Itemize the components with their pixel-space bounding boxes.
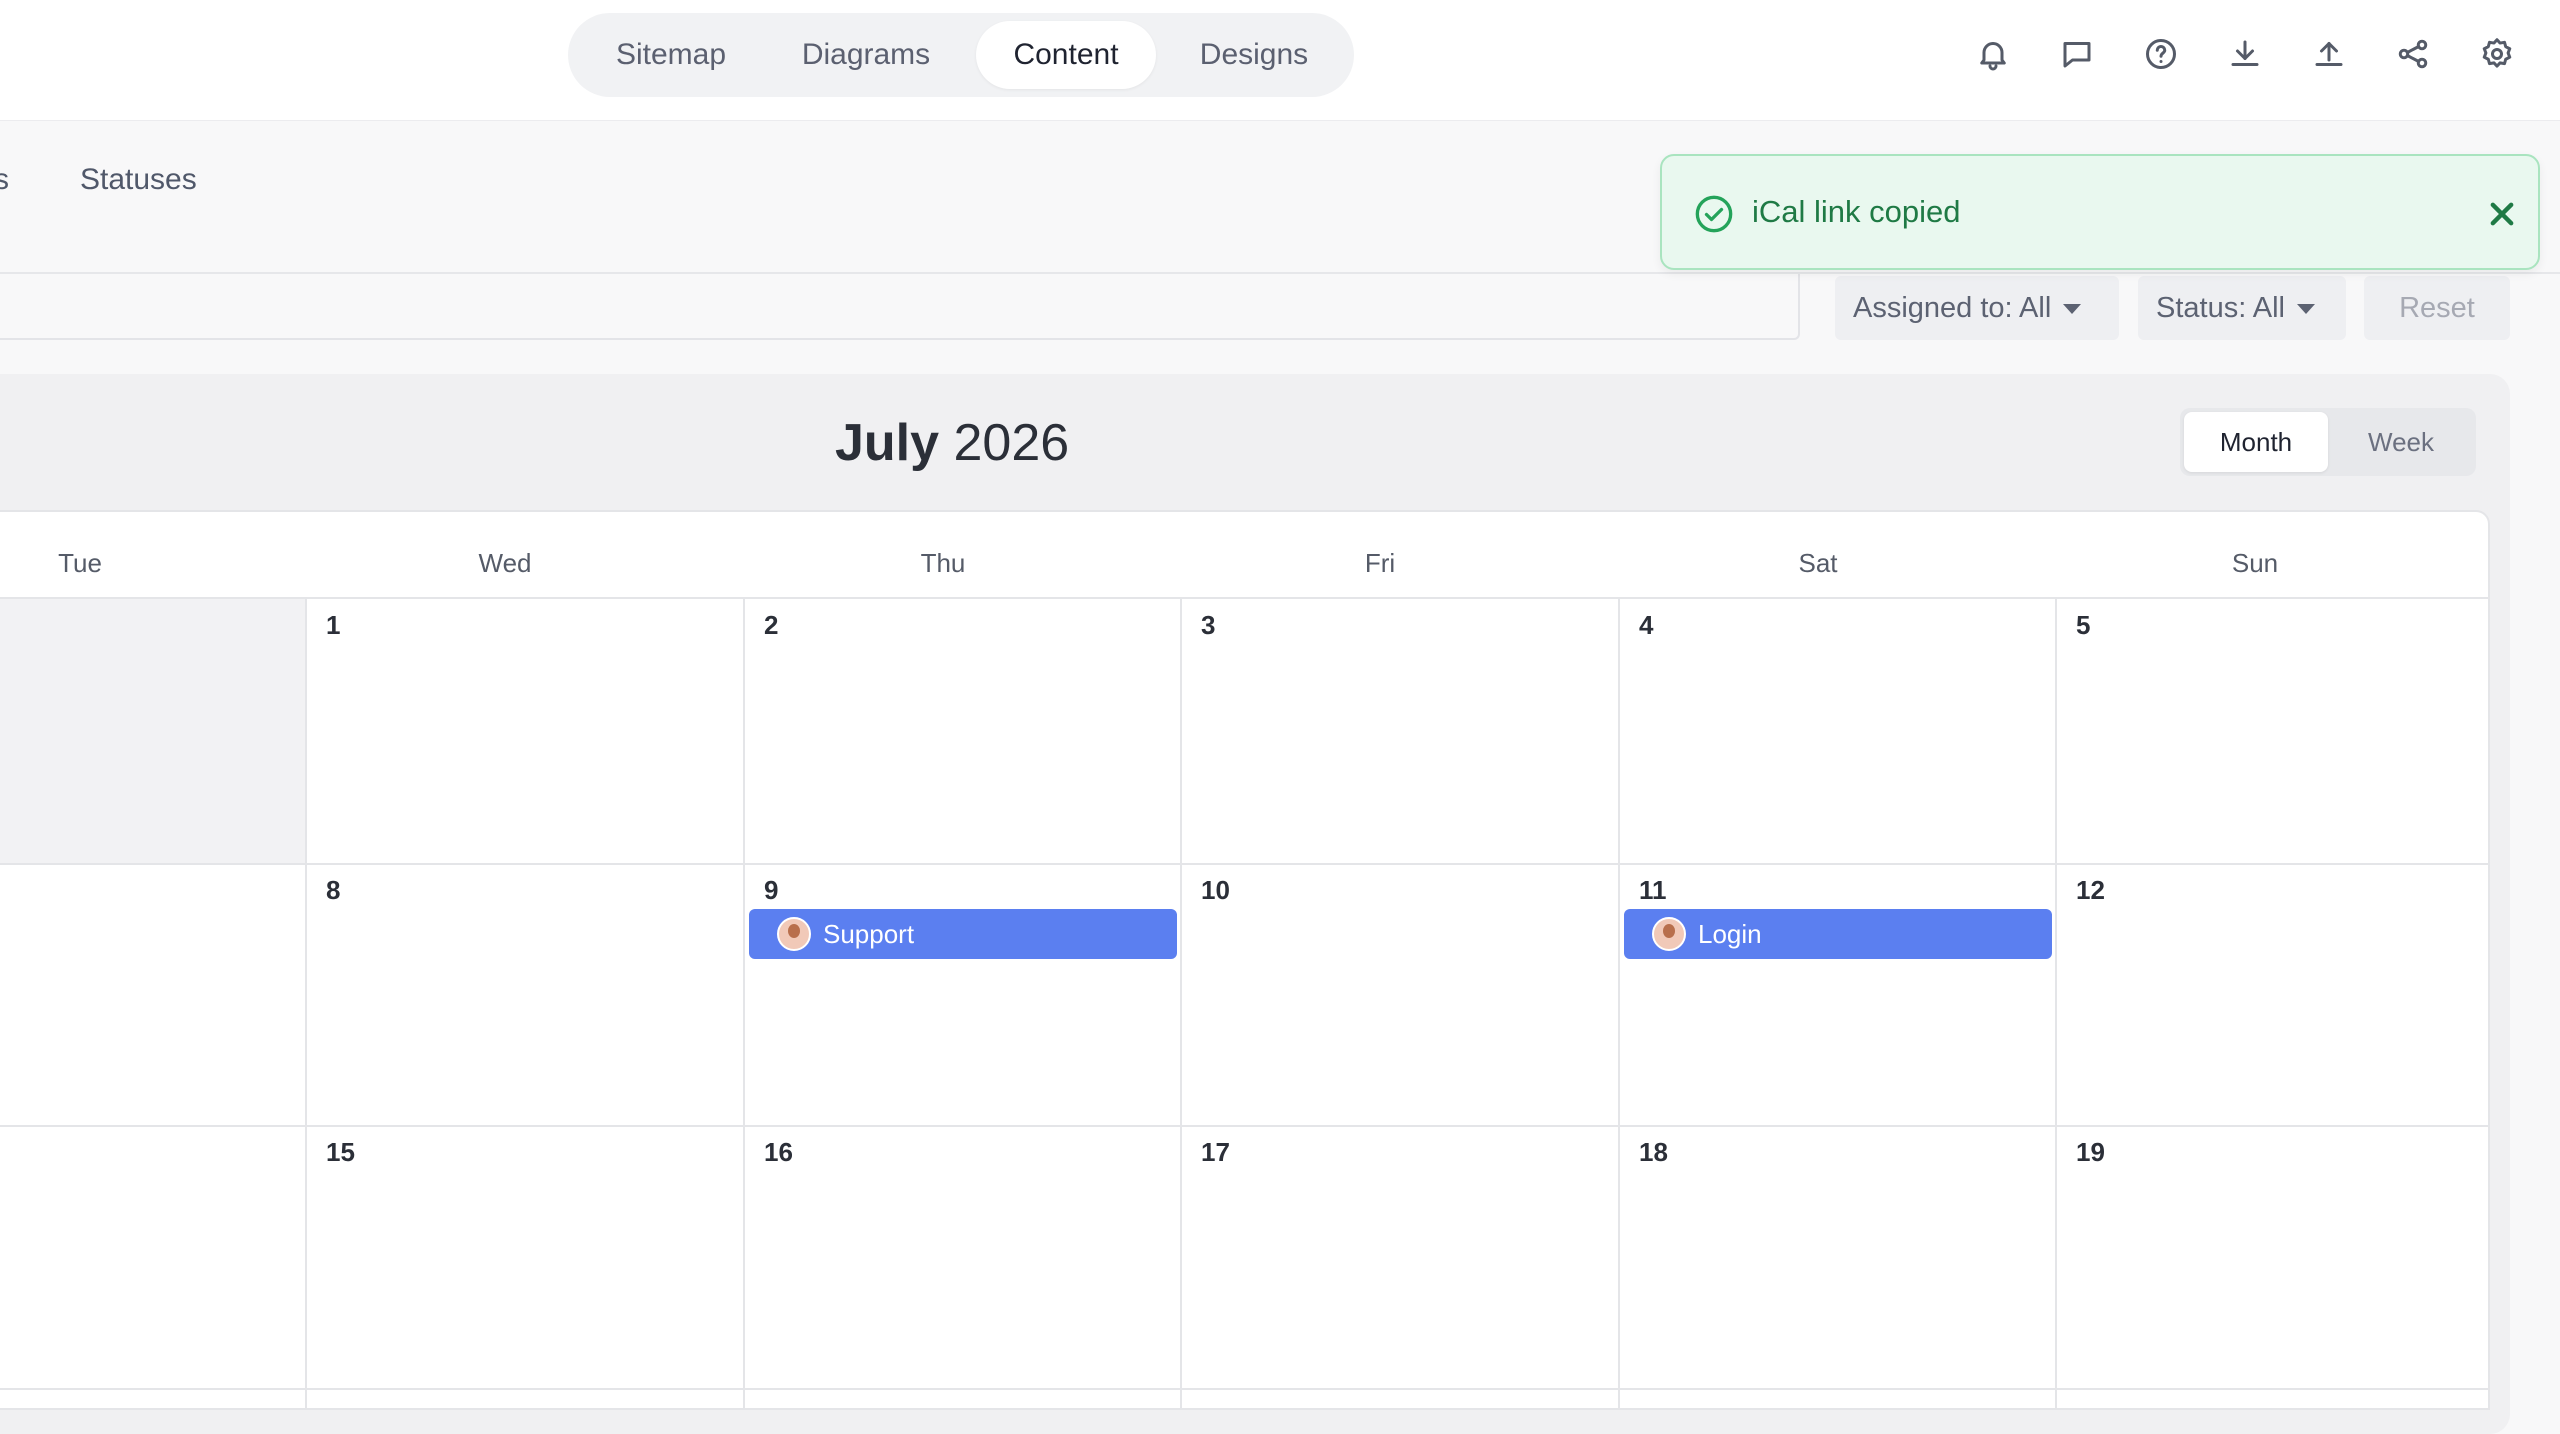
outside-month-cell: [0, 599, 305, 863]
toast-message: iCal link copied: [1752, 194, 1961, 229]
grid-line: [2055, 598, 2057, 1408]
settings-icon[interactable]: [2475, 32, 2519, 76]
assigned-filter[interactable]: Assigned to: All: [1835, 276, 2119, 340]
weekday-header: Sat: [1798, 548, 1838, 578]
day-number[interactable]: 9: [764, 875, 778, 906]
share-icon[interactable]: [2391, 32, 2435, 76]
top-bar: Sitemap Diagrams Content Designs: [0, 0, 2560, 121]
event-label: Login: [1698, 919, 1762, 949]
weekday-header: Sun: [2231, 548, 2279, 578]
day-number[interactable]: 19: [2076, 1137, 2105, 1168]
event-label: Support: [823, 919, 915, 949]
day-number[interactable]: 3: [1201, 610, 1215, 641]
search-input[interactable]: [0, 274, 1800, 340]
day-number[interactable]: 12: [2076, 875, 2105, 906]
tab-designs[interactable]: Designs: [1162, 21, 1346, 89]
day-number[interactable]: 17: [1201, 1137, 1230, 1168]
avatar: [777, 917, 811, 951]
status-filter-label: Status: All: [2156, 292, 2285, 324]
subtab-partial[interactable]: s: [0, 150, 9, 210]
grid-line: [0, 1125, 2488, 1127]
weekday-header: Tue: [58, 548, 102, 578]
weekday-header: Wed: [478, 548, 532, 578]
tab-sitemap[interactable]: Sitemap: [576, 21, 766, 89]
grid-line: [305, 598, 307, 1408]
day-number[interactable]: 5: [2076, 610, 2090, 641]
day-number[interactable]: 16: [764, 1137, 793, 1168]
weekday-header: Thu: [920, 548, 966, 578]
calendar-event[interactable]: Login: [1624, 909, 2052, 959]
day-number[interactable]: 4: [1639, 610, 1653, 641]
grid-line: [1180, 598, 1182, 1408]
grid-line: [0, 863, 2488, 865]
status-filter[interactable]: Status: All: [2138, 276, 2346, 340]
comment-icon[interactable]: [2055, 32, 2099, 76]
toast-notification: iCal link copied: [1660, 154, 2540, 270]
close-icon[interactable]: [2480, 192, 2524, 236]
bell-icon[interactable]: [1971, 32, 2015, 76]
avatar: [1652, 917, 1686, 951]
calendar-year: 2026: [953, 414, 1070, 472]
calendar-month: July: [835, 414, 940, 472]
chevron-down-icon: [2296, 304, 2315, 315]
day-number[interactable]: 11: [1639, 875, 1667, 906]
tab-diagrams[interactable]: Diagrams: [768, 21, 964, 89]
check-circle-icon: [1695, 195, 1733, 233]
reset-button[interactable]: Reset: [2364, 276, 2510, 340]
calendar-grid: Tue Wed Thu Fri Sat Sun 1 2 3 4 5 8 9 10…: [0, 510, 2490, 1410]
assigned-filter-label: Assigned to: All: [1853, 292, 2052, 324]
week-view-button[interactable]: Week: [2330, 412, 2472, 472]
day-number[interactable]: 15: [326, 1137, 355, 1168]
calendar-event[interactable]: Support: [749, 909, 1177, 959]
upload-icon[interactable]: [2307, 32, 2351, 76]
tab-content[interactable]: Content: [976, 21, 1156, 89]
download-icon[interactable]: [2223, 32, 2267, 76]
main-nav: Sitemap Diagrams Content Designs: [568, 13, 1354, 97]
grid-line: [0, 1388, 2488, 1390]
calendar-title: July 2026: [835, 408, 1069, 478]
chevron-down-icon: [2063, 304, 2082, 315]
day-number[interactable]: 8: [326, 875, 340, 906]
month-view-button[interactable]: Month: [2184, 412, 2328, 472]
day-number[interactable]: 18: [1639, 1137, 1668, 1168]
day-number[interactable]: 2: [764, 610, 778, 641]
day-number[interactable]: 10: [1201, 875, 1230, 906]
grid-line: [743, 598, 745, 1408]
grid-line: [0, 597, 2488, 599]
day-number[interactable]: 1: [326, 610, 340, 641]
grid-line: [1618, 598, 1620, 1408]
subtab-statuses[interactable]: Statuses: [80, 150, 197, 210]
view-toggle: Month Week: [2180, 408, 2476, 476]
help-icon[interactable]: [2139, 32, 2183, 76]
weekday-header: Fri: [1364, 548, 1396, 578]
